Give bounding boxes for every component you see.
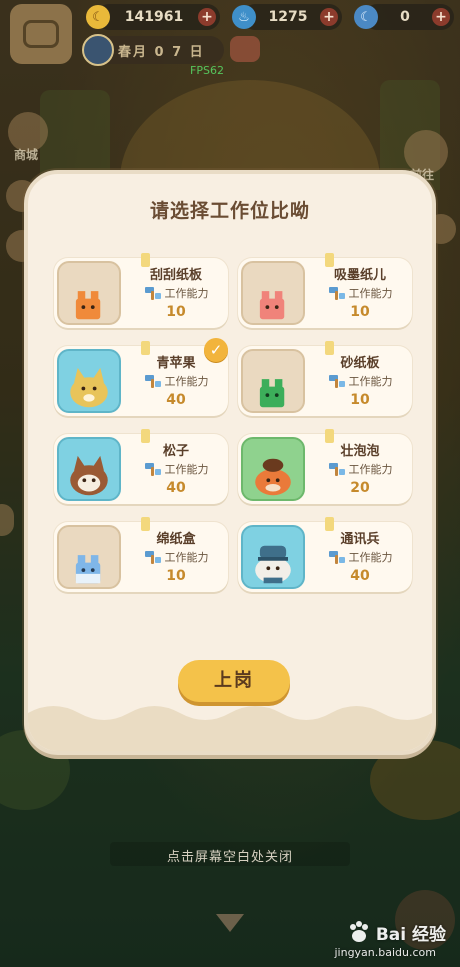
ability-value: 40 (166, 480, 186, 496)
worker-name: 松子 (162, 444, 189, 459)
flame-value: 1275 (268, 9, 308, 25)
selected-check-icon: ✓ (204, 338, 228, 362)
worker-name: 吸墨纸儿 (333, 268, 386, 283)
worker-name: 砂纸板 (340, 356, 380, 371)
ability-label: 工作能力 (348, 287, 393, 300)
ability-row: 工作能力 (128, 549, 224, 565)
hammer-icon (144, 463, 161, 476)
worker-card[interactable]: 通讯兵工作能力 40 (238, 517, 412, 592)
banana-value: 141961 (124, 9, 184, 25)
worker-card[interactable]: 吸墨纸儿工作能力 10 (238, 253, 412, 328)
worker-name: 刮刮纸板 (149, 268, 202, 283)
worker-card[interactable]: 青苹果 工作能力 40 (54, 341, 228, 416)
worker-portrait (241, 437, 305, 501)
worker-portrait (57, 437, 121, 501)
banana-icon: ☾ (86, 5, 110, 29)
worker-card[interactable]: 绵纸盒工作能力 10 (54, 517, 228, 592)
ability-value: 10 (350, 392, 370, 408)
add-banana-button[interactable]: + (198, 8, 216, 26)
ability-value: 20 (350, 480, 370, 496)
ability-row: 工作能力 (312, 461, 408, 477)
bg-plant-left (40, 90, 110, 180)
assign-button[interactable]: 上岗 (178, 660, 290, 702)
worker-select-dialog: 请选择工作位比呦 刮刮纸板 工作能力 10 吸墨纸儿 工作能力 10 青苹果 工作能力 40 ✓ 砂… (24, 170, 436, 755)
ability-row: 工作能力 (128, 285, 224, 301)
ability-label: 工作能力 (164, 375, 209, 388)
worker-name: 绵纸盒 (156, 532, 196, 547)
ability-row: 工作能力 (312, 549, 408, 565)
special-value: 0 (400, 9, 410, 25)
top-resource-bar: ☾ 141961 + ♨ 1275 + ☾ 0 + (0, 0, 460, 64)
hammer-icon (328, 551, 345, 564)
worker-name: 通讯兵 (340, 532, 380, 547)
worker-portrait (241, 349, 305, 413)
worker-name: 壮泡泡 (340, 444, 380, 459)
expand-down-icon[interactable] (216, 914, 244, 932)
ability-value: 10 (350, 304, 370, 320)
calendar-date[interactable]: 春月 0 7 日 (82, 34, 224, 66)
baidu-watermark: Bai 经验 (346, 919, 446, 945)
fps-counter: FPS62 (190, 64, 224, 77)
ability-value: 10 (166, 568, 186, 584)
add-flame-button[interactable]: + (320, 8, 338, 26)
worker-card[interactable]: 砂纸板工作能力 10 (238, 341, 412, 416)
hammer-icon (328, 287, 345, 300)
hammer-icon (144, 375, 161, 388)
dialog-title: 请选择工作位比呦 (149, 200, 310, 222)
moon-icon (82, 34, 114, 66)
hammer-icon (328, 463, 345, 476)
worker-portrait (57, 525, 121, 589)
worker-portrait (241, 261, 305, 325)
baidu-paw-icon (349, 921, 368, 942)
dialog-scalloped-footer (28, 706, 432, 751)
ability-row: 工作能力 (312, 285, 408, 301)
worker-card[interactable]: 刮刮纸板工作能力 10 (54, 253, 228, 328)
home-logo-button[interactable] (10, 4, 72, 64)
ability-row: 工作能力 (312, 373, 408, 389)
hammer-icon (144, 287, 161, 300)
worker-portrait (57, 349, 121, 413)
ability-row: 工作能力 (128, 461, 224, 477)
ability-row: 工作能力 (128, 373, 224, 389)
worker-card[interactable]: 松子工作能力 40 (54, 429, 228, 504)
banana-counter: ☾ 141961 + (86, 4, 220, 30)
ability-value: 40 (350, 568, 370, 584)
banana-blue-icon: ☾ (354, 5, 378, 29)
ability-label: 工作能力 (164, 551, 209, 564)
ability-label: 工作能力 (164, 287, 209, 300)
add-special-button[interactable]: + (432, 8, 450, 26)
shop-label: 商城 (14, 148, 39, 162)
ability-label: 工作能力 (348, 551, 393, 564)
flame-counter: ♨ 1275 + (232, 4, 342, 30)
ability-value: 40 (166, 392, 186, 408)
worker-portrait (241, 525, 305, 589)
cat-face-icon (23, 20, 59, 48)
ability-value: 10 (166, 304, 186, 320)
weather-icon[interactable] (230, 36, 260, 62)
watermark-url: jingyan.baidu.com (334, 946, 436, 959)
special-counter: ☾ 0 + (354, 4, 454, 30)
ability-label: 工作能力 (348, 463, 393, 476)
ability-label: 工作能力 (348, 375, 393, 388)
hammer-icon (144, 551, 161, 564)
hammer-icon (328, 375, 345, 388)
flame-icon: ♨ (232, 5, 256, 29)
close-hint[interactable]: 点击屏幕空白处关闭 (0, 846, 460, 865)
ability-label: 工作能力 (164, 463, 209, 476)
worker-portrait (57, 261, 121, 325)
watermark-brand: Bai 经验 (375, 924, 446, 945)
worker-card[interactable]: 壮泡泡工作能力 20 (238, 429, 412, 504)
date-label: 春月 0 7 日 (118, 44, 205, 60)
